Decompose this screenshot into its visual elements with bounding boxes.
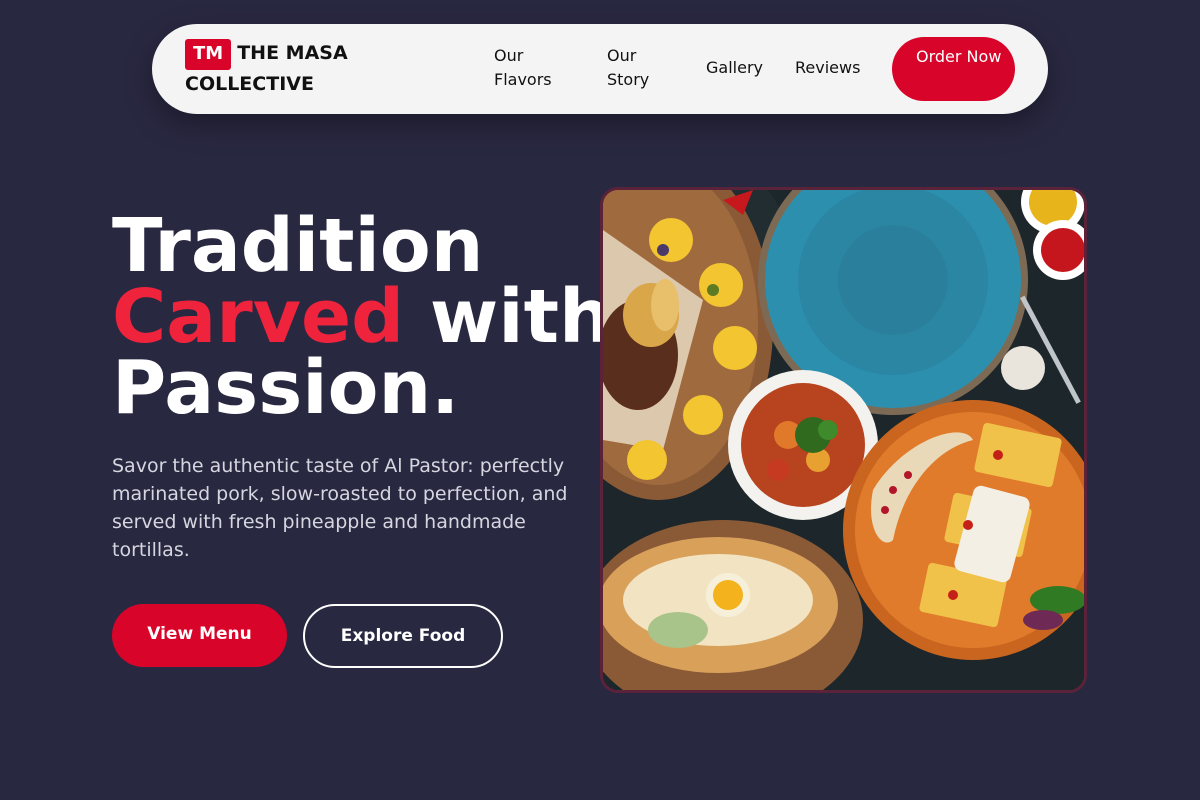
- nav-link-reviews[interactable]: Reviews: [795, 56, 860, 80]
- hero-description: Savor the authentic taste of Al Pastor: …: [112, 455, 568, 561]
- nav-link-our-flavors[interactable]: Our Flavors: [494, 44, 574, 92]
- navbar: TM THE MASA COLLECTIVE Our Flavors Our St…: [152, 24, 1048, 114]
- order-now-button[interactable]: Order Now: [892, 37, 1015, 101]
- view-menu-button[interactable]: View Menu: [112, 604, 287, 667]
- nav-link-our-story[interactable]: Our Story: [607, 44, 677, 92]
- page: TM THE MASA COLLECTIVE Our Flavors Our St…: [0, 0, 1200, 800]
- explore-food-button[interactable]: Explore Food: [303, 604, 503, 668]
- food-spread-illustration: [603, 190, 1084, 690]
- brand-logo[interactable]: TM THE MASA COLLECTIVE: [185, 39, 385, 98]
- nav-link-gallery[interactable]: Gallery: [706, 56, 763, 80]
- hero-food-image: [600, 187, 1087, 693]
- hero-title-line-3: Passion.: [112, 345, 460, 431]
- hero-title: Tradition Carved with Passion.: [112, 209, 612, 425]
- brand-badge: TM: [185, 39, 232, 70]
